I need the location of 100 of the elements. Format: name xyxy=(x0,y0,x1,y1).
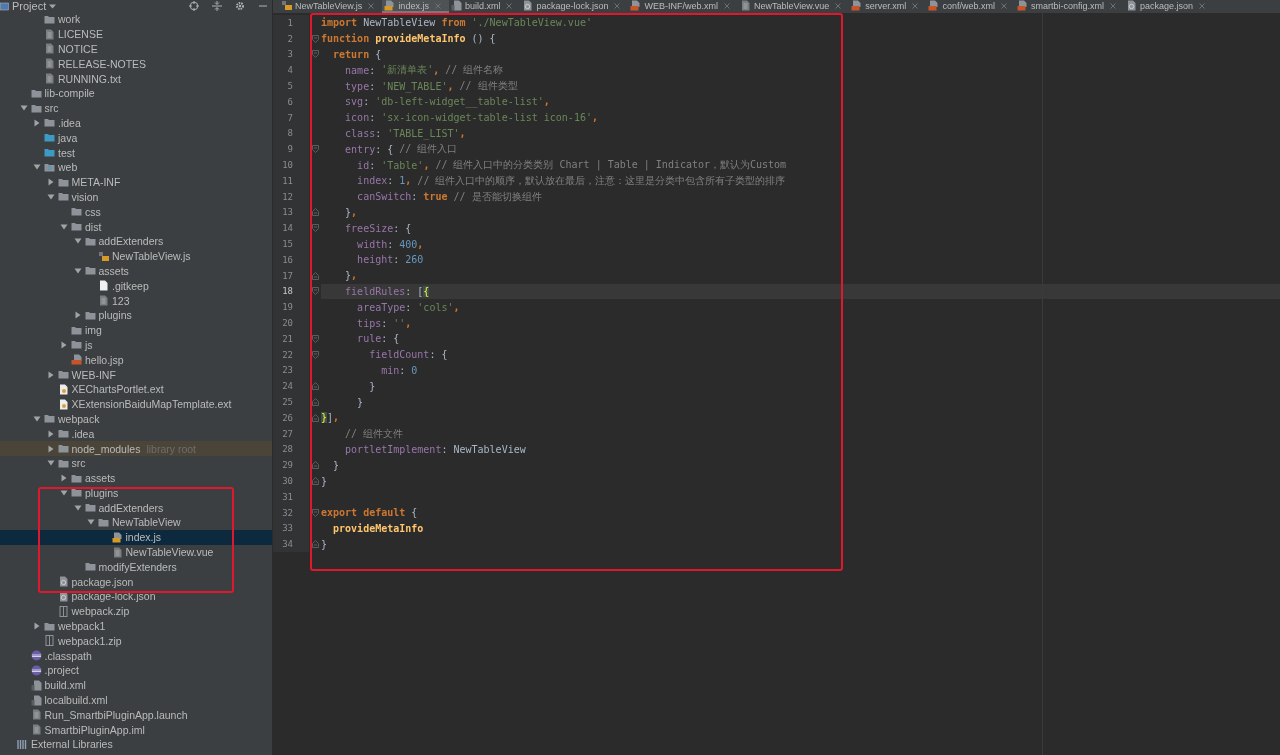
expanded-arrow-icon[interactable] xyxy=(60,488,68,497)
fold-marker-icon[interactable] xyxy=(311,382,319,391)
fold-marker-icon[interactable] xyxy=(311,271,319,280)
tree-item[interactable]: assets xyxy=(0,470,272,486)
fold-marker-icon[interactable] xyxy=(311,287,319,296)
tree-item[interactable]: vision xyxy=(0,189,272,205)
tree-item[interactable]: package.json xyxy=(0,574,272,590)
locate-icon[interactable] xyxy=(189,1,199,11)
close-icon[interactable] xyxy=(723,2,730,9)
collapsed-arrow-icon[interactable] xyxy=(46,444,55,453)
collapsed-arrow-icon[interactable] xyxy=(60,340,68,349)
fold-marker-icon[interactable] xyxy=(311,208,319,217)
fold-marker-icon[interactable] xyxy=(311,224,319,233)
close-icon[interactable] xyxy=(835,2,842,9)
fold-marker-icon[interactable] xyxy=(311,334,319,343)
close-icon[interactable] xyxy=(506,2,513,9)
editor-tab[interactable]: build.xml xyxy=(448,0,521,13)
collapsed-arrow-icon[interactable] xyxy=(60,474,68,483)
editor-tab[interactable]: conf/web.xml xyxy=(926,0,1015,13)
collapse-all-icon[interactable] xyxy=(212,1,222,11)
editor-tab[interactable]: NewTableView.vue xyxy=(737,0,850,13)
tree-item[interactable]: web xyxy=(0,159,272,175)
editor-tab[interactable]: WEB-INF/web.xml xyxy=(628,0,738,13)
tree-item[interactable]: plugins xyxy=(0,485,272,501)
expanded-arrow-icon[interactable] xyxy=(33,414,41,423)
tree-item[interactable]: .classpath xyxy=(0,648,272,664)
collapsed-arrow-icon[interactable] xyxy=(46,370,55,379)
close-icon[interactable] xyxy=(614,2,621,9)
collapsed-arrow-icon[interactable] xyxy=(33,118,41,127)
expanded-arrow-icon[interactable] xyxy=(73,266,82,275)
fold-marker-icon[interactable] xyxy=(311,398,319,406)
expanded-arrow-icon[interactable] xyxy=(46,459,55,468)
fold-marker-icon[interactable] xyxy=(311,461,319,470)
fold-marker-icon[interactable] xyxy=(311,540,319,549)
settings-icon[interactable] xyxy=(235,1,245,11)
tree-item[interactable]: package-lock.json xyxy=(0,589,272,604)
fold-marker-icon[interactable] xyxy=(311,34,319,43)
tree-item[interactable]: .gitkeep xyxy=(0,278,272,294)
collapsed-arrow-icon[interactable] xyxy=(73,311,82,320)
tree-item[interactable]: 123 xyxy=(0,293,272,308)
close-icon[interactable] xyxy=(912,2,919,9)
close-icon[interactable] xyxy=(434,2,441,9)
close-icon[interactable] xyxy=(1109,2,1116,9)
project-view-dropdown[interactable]: Project xyxy=(12,0,57,12)
collapsed-arrow-icon[interactable] xyxy=(46,429,55,438)
tree-item[interactable]: test xyxy=(0,145,272,160)
tree-item[interactable]: XExtensionBaiduMapTemplate.ext xyxy=(0,396,272,412)
expanded-arrow-icon[interactable] xyxy=(33,163,41,172)
tree-item[interactable]: NewTableView xyxy=(0,515,272,530)
tree-item[interactable]: .idea xyxy=(0,426,272,442)
tree-item[interactable]: plugins xyxy=(0,307,272,323)
tree-item[interactable]: webpack1 xyxy=(0,618,272,634)
editor-tab[interactable]: package-lock.json xyxy=(520,0,629,13)
close-icon[interactable] xyxy=(1000,2,1007,9)
tree-item[interactable]: webpack.zip xyxy=(0,603,272,619)
tree-item[interactable]: img xyxy=(0,322,272,338)
tree-item[interactable]: Run_SmartbiPluginApp.launch xyxy=(0,707,272,723)
tree-item[interactable]: META-INF xyxy=(0,174,272,190)
close-icon[interactable] xyxy=(1198,2,1205,9)
fold-marker-icon[interactable] xyxy=(311,350,319,359)
tree-item[interactable]: src xyxy=(0,100,272,116)
tree-item[interactable]: java xyxy=(0,130,272,146)
editor-tab[interactable]: index.js xyxy=(382,0,449,13)
fold-marker-icon[interactable] xyxy=(311,413,319,422)
tree-item[interactable]: External Libraries xyxy=(0,737,272,752)
tree-item[interactable]: dist xyxy=(0,219,272,234)
tree-item[interactable]: RUNNING.txt xyxy=(0,71,272,86)
fold-marker-icon[interactable] xyxy=(311,50,319,59)
tree-item[interactable]: NOTICE xyxy=(0,41,272,57)
tree-item[interactable]: RELEASE-NOTES xyxy=(0,56,272,72)
tree-item[interactable]: webpack xyxy=(0,411,272,427)
editor-tab[interactable]: package.json xyxy=(1123,0,1213,13)
tree-item[interactable]: NewTableView.js xyxy=(0,248,272,264)
editor-tab[interactable]: smartbi-config.xml xyxy=(1014,0,1124,13)
tree-item[interactable]: SmartbiPluginApp.iml xyxy=(0,722,272,738)
tree-item[interactable]: XEChartsPortlet.ext xyxy=(0,381,272,397)
tree-item[interactable]: WEB-INF xyxy=(0,367,272,382)
tree-item[interactable]: assets xyxy=(0,263,272,279)
tree-item[interactable]: index.js xyxy=(0,529,272,545)
tree-item[interactable]: NewTableView.vue xyxy=(0,544,272,560)
collapsed-arrow-icon[interactable] xyxy=(33,622,41,631)
editor-tab[interactable]: server.xml xyxy=(849,0,927,13)
tree-item[interactable]: css xyxy=(0,204,272,220)
tree-item[interactable]: work xyxy=(0,12,272,27)
close-icon[interactable] xyxy=(368,2,375,9)
tree-item[interactable]: js xyxy=(0,337,272,353)
tree-item[interactable]: build.xml xyxy=(0,677,272,693)
expanded-arrow-icon[interactable] xyxy=(73,237,82,246)
fold-marker-icon[interactable] xyxy=(311,477,319,485)
tree-item[interactable]: modifyExtenders xyxy=(0,559,272,575)
collapsed-arrow-icon[interactable] xyxy=(46,178,55,187)
expanded-arrow-icon[interactable] xyxy=(60,222,68,231)
tree-item[interactable]: LICENSE xyxy=(0,26,272,42)
expanded-arrow-icon[interactable] xyxy=(87,518,95,527)
expanded-arrow-icon[interactable] xyxy=(46,192,55,201)
tree-item[interactable]: addExtenders xyxy=(0,500,272,516)
tree-item[interactable]: lib-compile xyxy=(0,86,272,101)
tree-item[interactable]: addExtenders xyxy=(0,233,272,249)
fold-marker-icon[interactable] xyxy=(311,508,319,517)
tree-item[interactable]: .idea xyxy=(0,115,272,131)
